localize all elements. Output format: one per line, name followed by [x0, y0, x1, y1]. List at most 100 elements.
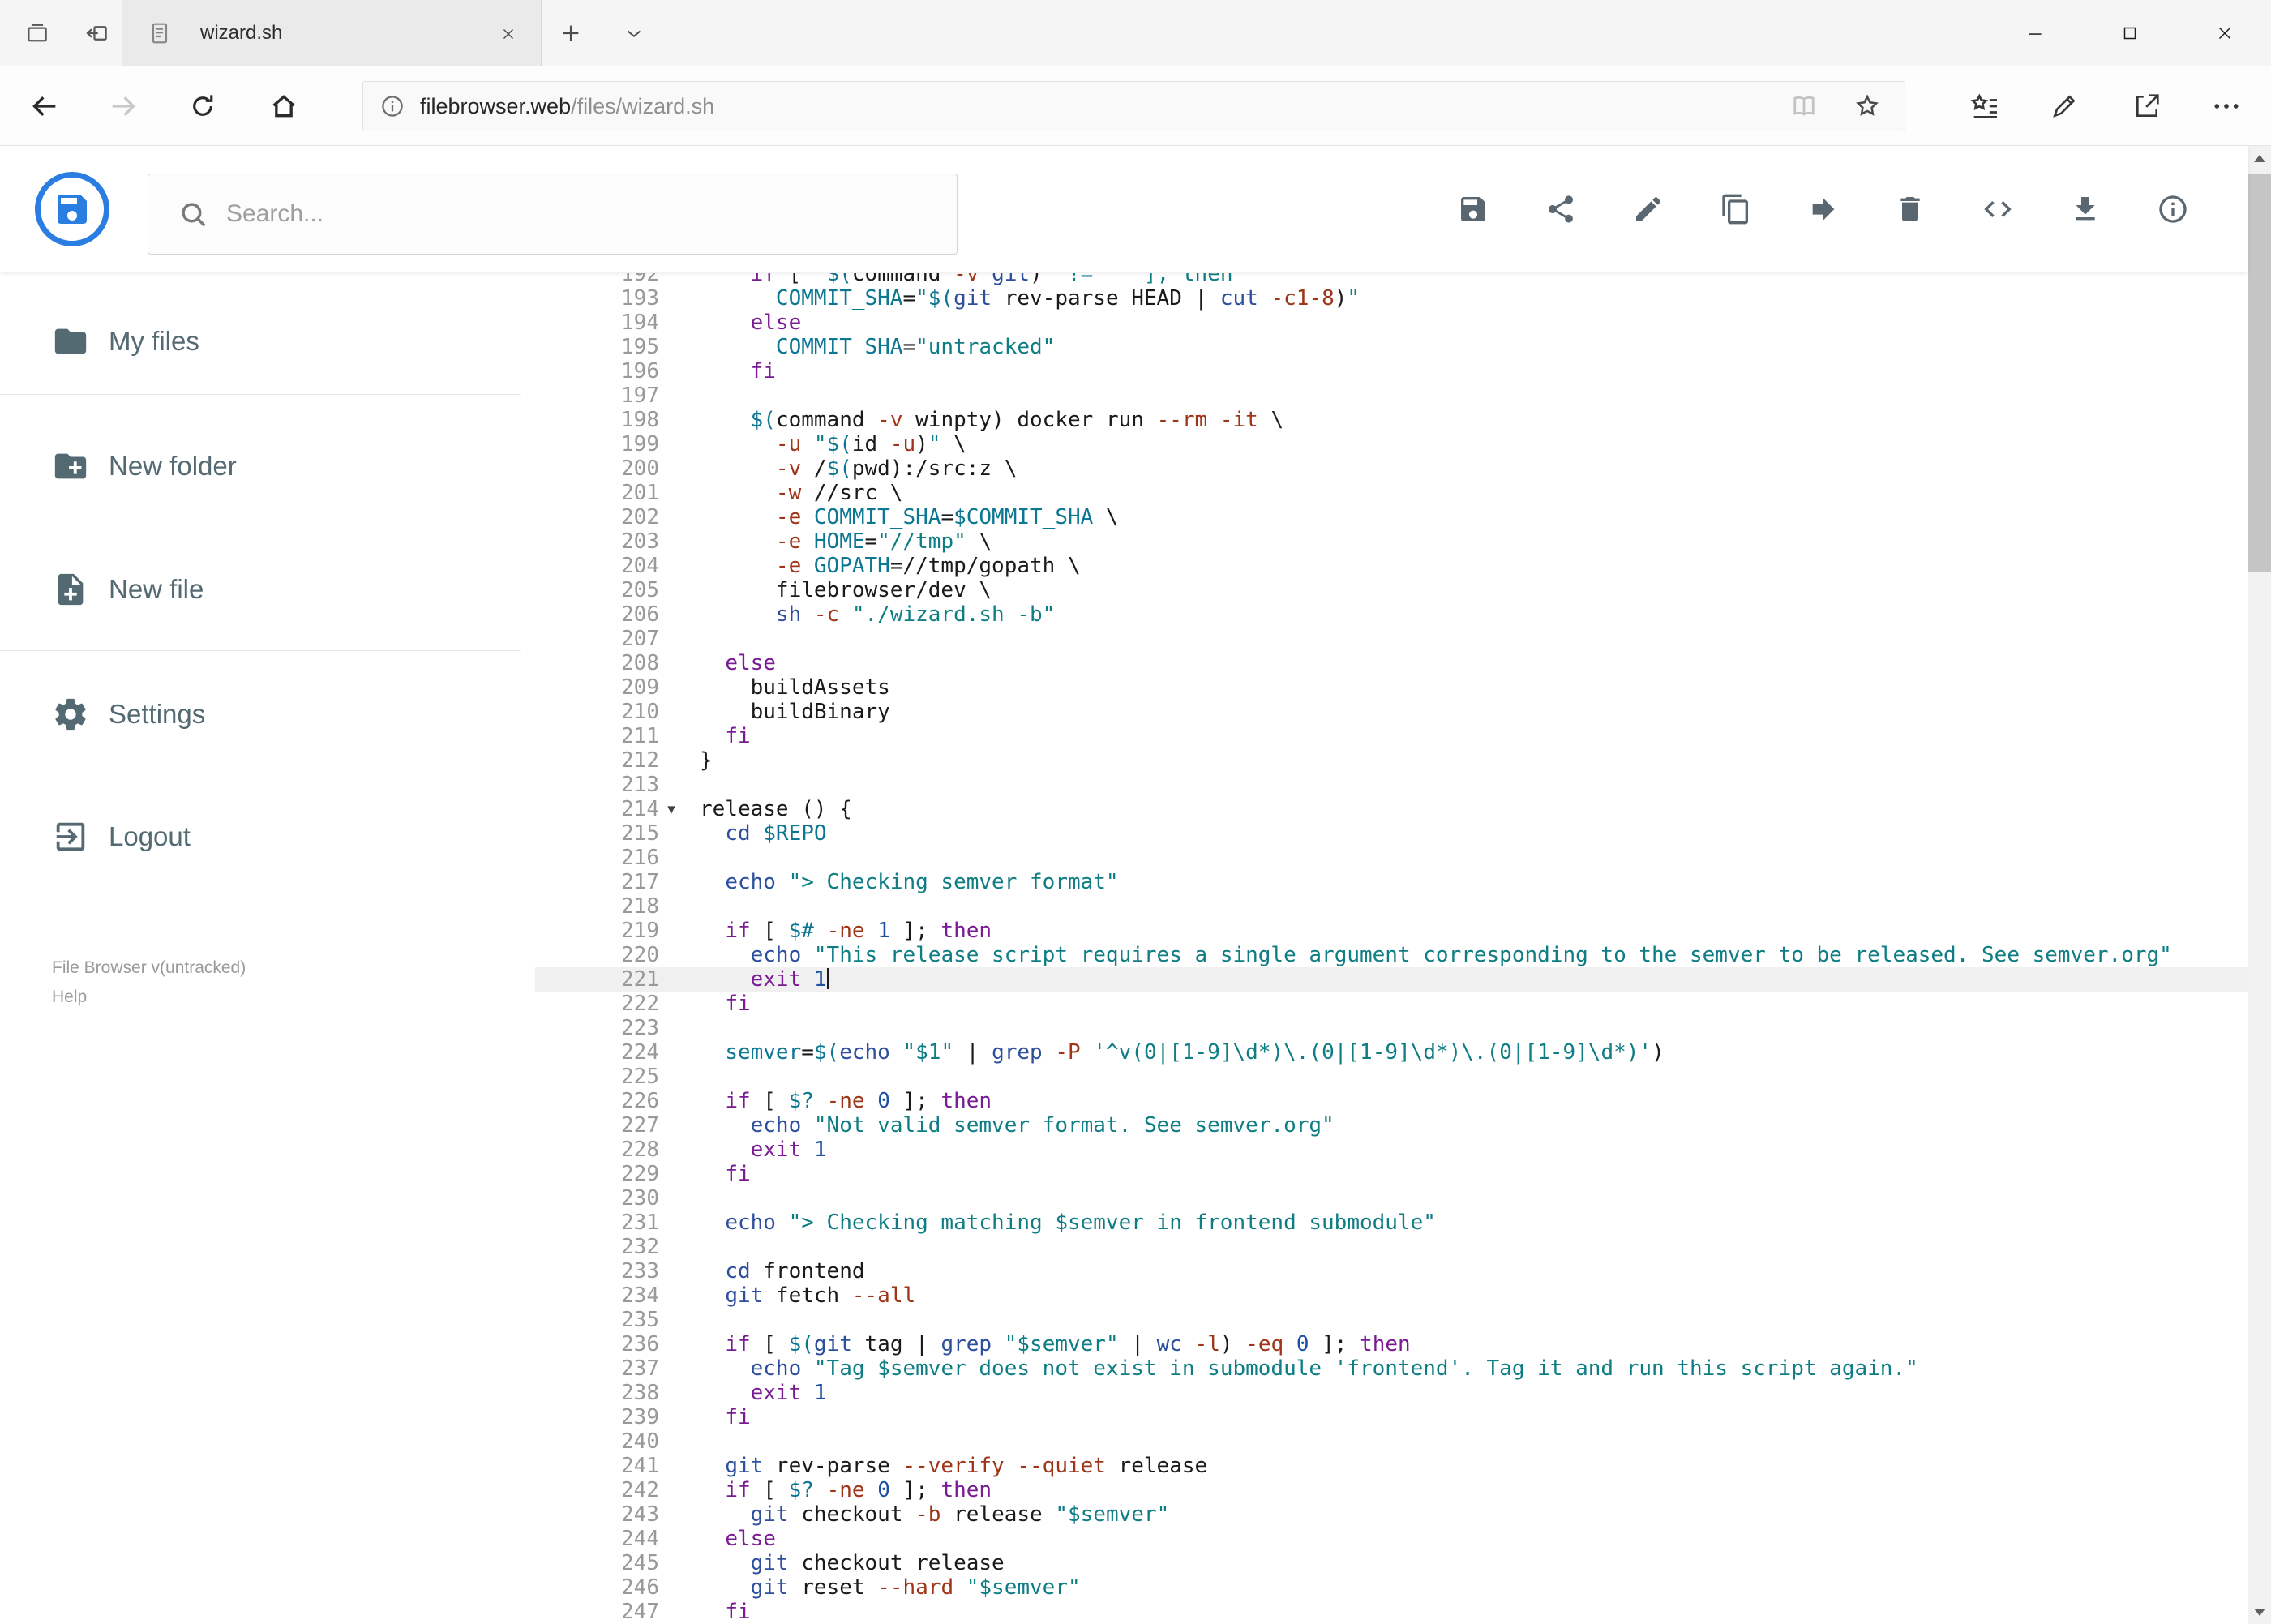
code-line[interactable]: 202 -e COMMIT_SHA=$COMMIT_SHA \ [535, 505, 2248, 529]
tab-preview-chevron-button[interactable] [618, 17, 650, 49]
code-text[interactable]: git reset --hard "$semver" [683, 1575, 1081, 1600]
code-text[interactable] [683, 627, 700, 651]
scrollbar-up-button[interactable] [2248, 146, 2271, 170]
code-text[interactable]: echo "This release script requires a sin… [683, 943, 2172, 967]
code-text[interactable]: -u "$(id -u)" \ [683, 432, 966, 456]
code-line[interactable]: 200 -v /$(pwd):/src:z \ [535, 456, 2248, 481]
minimize-button[interactable] [2007, 0, 2063, 66]
code-line[interactable]: 239 fi [535, 1405, 2248, 1429]
code-text[interactable]: -e COMMIT_SHA=$COMMIT_SHA \ [683, 505, 1119, 529]
sidebar-item-logout[interactable]: Logout [0, 792, 535, 881]
home-button[interactable] [268, 90, 300, 122]
code-line[interactable]: 227 echo "Not valid semver format. See s… [535, 1113, 2248, 1138]
code-text[interactable]: -e HOME="//tmp" \ [683, 529, 992, 554]
code-text[interactable] [683, 1016, 700, 1040]
code-line[interactable]: 245 git checkout release [535, 1551, 2248, 1575]
code-line[interactable]: 240 [535, 1429, 2248, 1454]
code-line[interactable]: 225 [535, 1065, 2248, 1089]
code-text[interactable]: release () { [683, 797, 852, 821]
tab-close-button[interactable] [494, 19, 523, 49]
code-button[interactable] [1982, 193, 2014, 225]
code-line[interactable]: 209 buildAssets [535, 675, 2248, 700]
code-text[interactable]: else [683, 311, 802, 335]
info-button[interactable] [2157, 193, 2189, 225]
code-text[interactable]: -w //src \ [683, 481, 903, 505]
code-line[interactable]: 220 echo "This release script requires a… [535, 943, 2248, 967]
code-line[interactable]: 235 [535, 1308, 2248, 1332]
code-line[interactable]: 214 ▾ release () { [535, 797, 2248, 821]
close-window-button[interactable] [2197, 0, 2252, 66]
code-text[interactable] [683, 773, 700, 797]
code-line[interactable]: 247 fi [535, 1600, 2248, 1624]
scrollbar-down-button[interactable] [2248, 1600, 2271, 1624]
code-line[interactable]: 233 cd frontend [535, 1259, 2248, 1283]
code-line[interactable]: 218 [535, 894, 2248, 919]
code-text[interactable]: -e GOPATH=//tmp/gopath \ [683, 554, 1081, 578]
favorite-star-icon[interactable] [1853, 92, 1882, 121]
sidebar-item-new-file[interactable]: New file [0, 545, 535, 634]
code-line[interactable]: 243 git checkout -b release "$semver" [535, 1502, 2248, 1527]
fold-gutter[interactable]: ▾ [659, 797, 683, 821]
code-text[interactable]: if [ $? -ne 0 ]; then [683, 1089, 992, 1113]
forward-button[interactable] [107, 90, 139, 122]
code-text[interactable] [683, 846, 700, 870]
code-line[interactable]: 230 [535, 1186, 2248, 1211]
code-line[interactable]: 211 fi [535, 724, 2248, 748]
code-text[interactable] [683, 1186, 700, 1211]
code-text[interactable]: else [683, 651, 776, 675]
code-text[interactable]: git rev-parse --verify --quiet release [683, 1454, 1207, 1478]
code-text[interactable]: filebrowser/dev \ [683, 578, 992, 602]
url-box[interactable]: filebrowser.web/files/wizard.sh [362, 81, 1905, 131]
code-text[interactable]: echo "Not valid semver format. See semve… [683, 1113, 1335, 1138]
share-button[interactable] [1545, 193, 1577, 225]
code-text[interactable]: exit 1 [683, 1381, 827, 1405]
code-line[interactable]: 206 sh -c "./wizard.sh -b" [535, 602, 2248, 627]
code-editor[interactable]: 192 if [ "$(command -v git)" != "" ]; th… [535, 273, 2248, 1624]
code-text[interactable]: } [683, 748, 713, 773]
code-text[interactable] [683, 1308, 700, 1332]
code-text[interactable]: semver=$(echo "$1" | grep -P '^v(0|[1-9]… [683, 1040, 1664, 1065]
code-line[interactable]: 201 -w //src \ [535, 481, 2248, 505]
code-text[interactable]: sh -c "./wizard.sh -b" [683, 602, 1055, 627]
new-tab-button[interactable] [555, 17, 587, 49]
code-line[interactable]: 192 if [ "$(command -v git)" != "" ]; th… [535, 273, 2248, 286]
code-text[interactable]: fi [683, 1405, 750, 1429]
set-tabs-aside-button[interactable] [81, 17, 114, 49]
code-text[interactable]: if [ $# -ne 1 ]; then [683, 919, 992, 943]
code-text[interactable]: buildAssets [683, 675, 890, 700]
code-line[interactable]: 196 fi [535, 359, 2248, 384]
code-line[interactable]: 216 [535, 846, 2248, 870]
app-logo[interactable] [35, 172, 109, 246]
code-text[interactable]: exit 1 [683, 967, 829, 992]
code-text[interactable]: git checkout -b release "$semver" [683, 1502, 1170, 1527]
code-line[interactable]: 236 if [ $(git tag | grep "$semver" | wc… [535, 1332, 2248, 1356]
code-line[interactable]: 241 git rev-parse --verify --quiet relea… [535, 1454, 2248, 1478]
code-text[interactable]: cd frontend [683, 1259, 864, 1283]
search-box[interactable] [148, 174, 958, 255]
code-line[interactable]: 229 fi [535, 1162, 2248, 1186]
code-line[interactable]: 207 [535, 627, 2248, 651]
code-line[interactable]: 217 echo "> Checking semver format" [535, 870, 2248, 894]
code-text[interactable]: echo "Tag $semver does not exist in subm… [683, 1356, 1918, 1381]
sidebar-item-new-folder[interactable]: New folder [0, 422, 535, 511]
code-text[interactable]: git checkout release [683, 1551, 1005, 1575]
move-button[interactable] [1807, 193, 1840, 225]
sidebar-item-my-files[interactable]: My files [0, 297, 535, 386]
code-text[interactable]: else [683, 1527, 776, 1551]
code-line[interactable]: 242 if [ $? -ne 0 ]; then [535, 1478, 2248, 1502]
save-button[interactable] [1457, 193, 1489, 225]
code-line[interactable]: 232 [535, 1235, 2248, 1259]
page-info-icon[interactable] [379, 93, 405, 119]
code-line[interactable]: 228 exit 1 [535, 1138, 2248, 1162]
code-line[interactable]: 210 buildBinary [535, 700, 2248, 724]
code-line[interactable]: 198 $(command -v winpty) docker run --rm… [535, 408, 2248, 432]
refresh-button[interactable] [186, 90, 219, 122]
favorites-hub-button[interactable] [1967, 88, 2003, 124]
code-text[interactable]: echo "> Checking semver format" [683, 870, 1118, 894]
code-text[interactable]: cd $REPO [683, 821, 826, 846]
code-line[interactable]: 199 -u "$(id -u)" \ [535, 432, 2248, 456]
code-line[interactable]: 224 semver=$(echo "$1" | grep -P '^v(0|[… [535, 1040, 2248, 1065]
code-text[interactable] [683, 1429, 700, 1454]
code-text[interactable] [683, 894, 700, 919]
code-line[interactable]: 197 [535, 384, 2248, 408]
